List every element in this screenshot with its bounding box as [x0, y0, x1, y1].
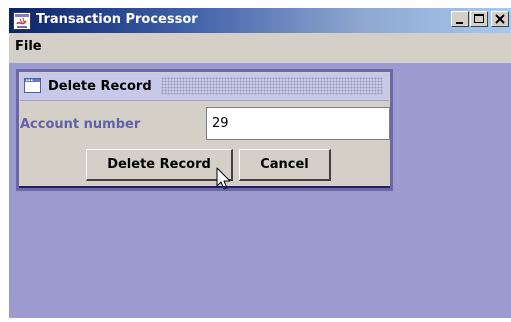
dialog-bottom-edge: [19, 186, 390, 188]
close-icon[interactable]: [491, 11, 509, 27]
cancel-button[interactable]: Cancel: [239, 149, 331, 181]
internal-frame-icon[interactable]: [24, 78, 42, 94]
title-grip: [161, 77, 383, 95]
delete-record-dialog: Delete Record Account number Delete Reco…: [16, 69, 393, 191]
delete-record-button[interactable]: Delete Record: [86, 149, 233, 181]
window-title: Transaction Processor: [36, 12, 198, 27]
java-app-icon: [13, 12, 31, 30]
main-window: Transaction Processor File Delete Record…: [8, 8, 511, 318]
menu-file[interactable]: File: [11, 39, 46, 54]
dialog-title: Delete Record: [48, 79, 152, 94]
dialog-title-bar[interactable]: Delete Record: [20, 73, 389, 101]
menu-bar: File: [9, 33, 511, 63]
minimize-icon[interactable]: [451, 11, 469, 27]
maximize-icon[interactable]: [470, 11, 488, 27]
account-number-label: Account number: [20, 117, 141, 132]
title-bar[interactable]: Transaction Processor: [9, 8, 511, 33]
account-number-field[interactable]: [206, 107, 390, 140]
